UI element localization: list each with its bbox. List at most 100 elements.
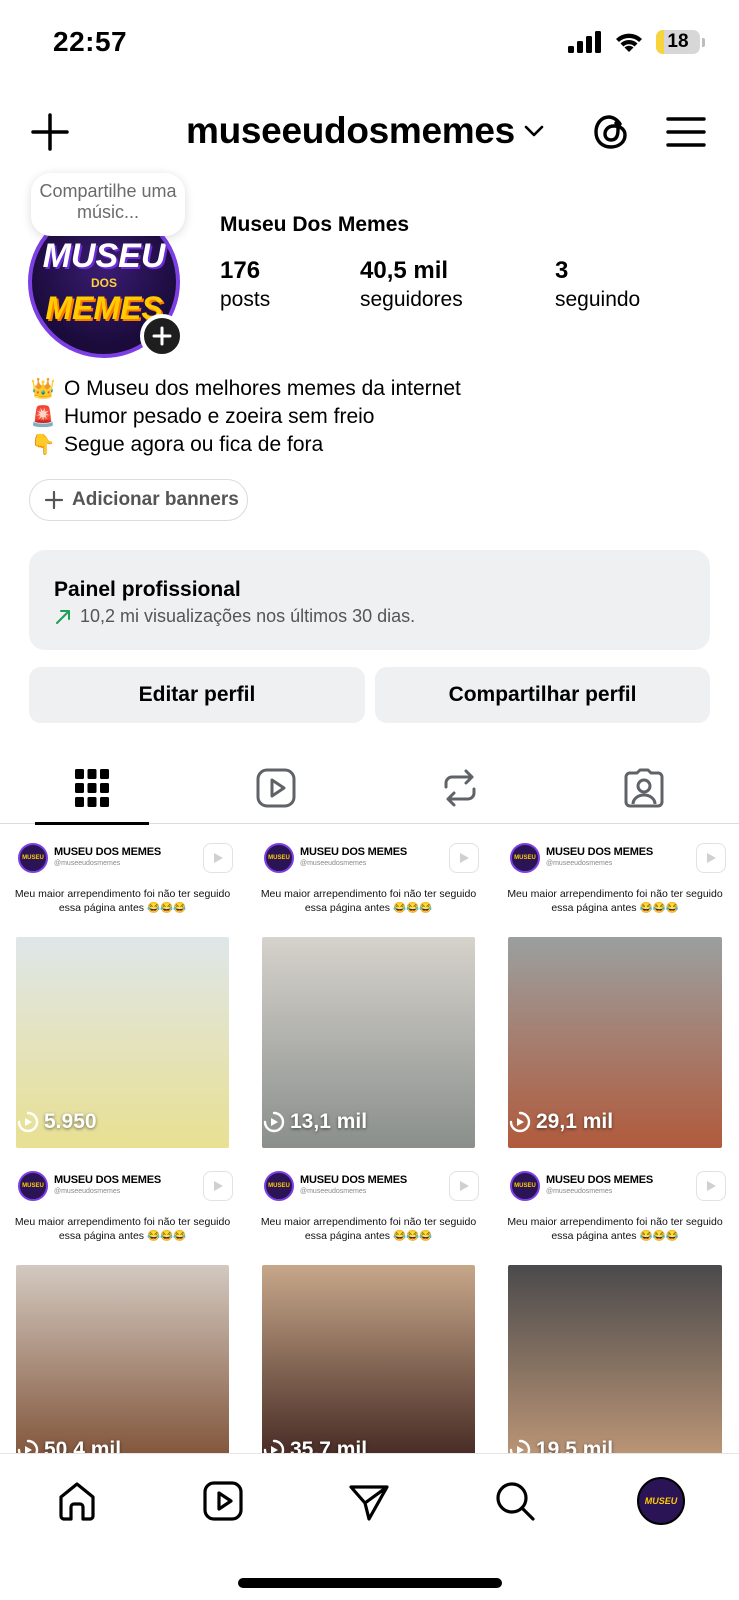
- account-switcher[interactable]: museeudosmemes: [186, 110, 545, 152]
- post-avatar: MUSEU: [510, 843, 540, 873]
- add-story-button[interactable]: [140, 314, 184, 358]
- post-avatar: MUSEU: [18, 1171, 48, 1201]
- nav-profile[interactable]: MUSEU: [636, 1476, 686, 1526]
- bio-line: 🚨 Humor pesado e zoeira sem freio: [30, 403, 461, 431]
- eye-icon: [17, 1439, 39, 1453]
- create-plus-icon[interactable]: [28, 110, 72, 154]
- send-icon: [349, 1485, 389, 1521]
- post-thumbnail[interactable]: MUSEU MUSEU DOS MEMES @museeudosmemes Meu m…: [246, 825, 492, 1153]
- signal-icon: [568, 31, 601, 53]
- crown-emoji: 👑: [30, 378, 56, 400]
- play-icon: [203, 1171, 233, 1201]
- posts-grid: MUSEU MUSEU DOS MEMES @museeudosmemes Meu m…: [0, 825, 739, 1453]
- stat-following-label: seguindo: [555, 288, 641, 311]
- post-avatar: MUSEU: [510, 1171, 540, 1201]
- view-count-value: 13,1 mil: [290, 1110, 368, 1133]
- tab-reposts[interactable]: [368, 752, 552, 824]
- post-caption: Meu maior arrependimento foi não ter seg…: [507, 1216, 723, 1242]
- view-count: 13,1 mil: [262, 1110, 367, 1134]
- status-icons: 18: [568, 30, 705, 54]
- reels-icon: [203, 1481, 243, 1521]
- post-account-name: MUSEU DOS MEMES: [54, 846, 162, 858]
- play-icon: [696, 843, 726, 873]
- post-image: [262, 1265, 475, 1453]
- menu-icon[interactable]: [665, 112, 707, 152]
- edit-profile-button[interactable]: Editar perfil: [29, 667, 365, 723]
- post-account-name: MUSEU DOS MEMES: [300, 846, 408, 858]
- post-account-name: MUSEU DOS MEMES: [546, 1174, 654, 1186]
- header-username: museeudosmemes: [186, 110, 515, 151]
- note-bubble[interactable]: Compartilhe uma músic...: [31, 173, 185, 236]
- tagged-person-icon: [624, 768, 664, 808]
- bio-text: Segue agora ou fica de fora: [64, 433, 324, 456]
- post-thumbnail[interactable]: MUSEU MUSEU DOS MEMES @museeudosmemes Meu m…: [492, 825, 739, 1153]
- stat-posts-label: posts: [220, 288, 271, 311]
- post-thumbnail[interactable]: MUSEU MUSEU DOS MEMES @museeudosmemes Meu m…: [0, 1153, 246, 1453]
- eye-icon: [263, 1439, 285, 1453]
- plus-icon: [44, 490, 64, 510]
- stat-followers[interactable]: 40,5 mil seguidores: [360, 257, 463, 312]
- stat-following[interactable]: 3 seguindo: [555, 257, 640, 312]
- post-card-header: MUSEU MUSEU DOS MEMES @museeudosmemes: [14, 1169, 233, 1205]
- nav-reels[interactable]: [198, 1476, 248, 1526]
- nav-messages[interactable]: [344, 1476, 394, 1526]
- bio-line: 👇 Segue agora ou fica de fora: [30, 431, 461, 459]
- post-thumbnail[interactable]: MUSEU MUSEU DOS MEMES @museeudosmemes Meu m…: [492, 1153, 739, 1453]
- dashboard-subtitle: 10,2 mi visualizações nos últimos 30 dia…: [54, 606, 685, 627]
- profile-tabs: [0, 752, 739, 825]
- siren-emoji: 🚨: [30, 406, 56, 428]
- nav-avatar-logo: MUSEU: [644, 1495, 678, 1506]
- battery-indicator: 18: [656, 30, 705, 54]
- add-banners-label: Adicionar banners: [72, 489, 239, 510]
- post-account-name: MUSEU DOS MEMES: [54, 1174, 162, 1186]
- stat-followers-label: seguidores: [360, 288, 463, 311]
- post-card-header: MUSEU MUSEU DOS MEMES @museeudosmemes: [506, 1169, 726, 1205]
- post-caption: Meu maior arrependimento foi não ter seg…: [260, 1216, 477, 1242]
- view-count-value: 5.950: [44, 1110, 97, 1133]
- tab-grid[interactable]: [0, 752, 184, 825]
- reels-icon: [256, 768, 296, 808]
- post-caption: Meu maior arrependimento foi não ter seg…: [260, 888, 477, 914]
- tab-tagged[interactable]: [552, 752, 736, 824]
- play-icon: [449, 843, 479, 873]
- post-account-handle: @museeudosmemes: [300, 1188, 367, 1195]
- search-icon: [496, 1482, 535, 1521]
- post-thumbnail[interactable]: MUSEU MUSEU DOS MEMES @museeudosmemes Meu m…: [246, 1153, 492, 1453]
- professional-dashboard[interactable]: Painel profissional 10,2 mi visualizaçõe…: [29, 550, 710, 650]
- trend-up-icon: [56, 609, 70, 624]
- eye-icon: [17, 1111, 39, 1133]
- post-avatar: MUSEU: [264, 843, 294, 873]
- view-count: 5.950: [16, 1110, 97, 1134]
- stat-posts[interactable]: 176 posts: [220, 257, 270, 312]
- plus-icon: [152, 326, 172, 346]
- view-count-value: 50,4 mil: [44, 1438, 122, 1453]
- post-card-header: MUSEU MUSEU DOS MEMES @museeudosmemes: [260, 841, 479, 877]
- status-bar: 22:57 18: [0, 0, 739, 90]
- tab-reels[interactable]: [184, 752, 368, 824]
- eye-icon: [263, 1111, 285, 1133]
- share-profile-button[interactable]: Compartilhar perfil: [375, 667, 710, 723]
- eye-icon: [509, 1439, 531, 1453]
- avatar-logo-line1: MUSEU: [42, 237, 166, 275]
- stat-followers-value: 40,5 mil: [360, 257, 449, 284]
- view-count: 29,1 mil: [508, 1110, 613, 1134]
- add-banners-button[interactable]: Adicionar banners: [29, 479, 248, 521]
- play-icon: [449, 1171, 479, 1201]
- threads-icon[interactable]: [590, 110, 634, 154]
- chevron-down-icon: [524, 125, 544, 137]
- stat-posts-value: 176: [220, 257, 261, 284]
- repost-icon: [444, 769, 476, 807]
- status-time: 22:57: [53, 26, 128, 57]
- view-count: 35,7 mil: [262, 1438, 367, 1453]
- post-caption: Meu maior arrependimento foi não ter seg…: [14, 888, 231, 914]
- home-indicator: [238, 1578, 502, 1588]
- post-thumbnail[interactable]: MUSEU MUSEU DOS MEMES @museeudosmemes Meu m…: [0, 825, 246, 1153]
- pointing-down-emoji: 👇: [30, 434, 56, 456]
- view-count: 50,4 mil: [16, 1438, 121, 1453]
- view-count: 19,5 mil: [508, 1438, 613, 1453]
- post-card-header: MUSEU MUSEU DOS MEMES @museeudosmemes: [14, 841, 233, 877]
- view-count-value: 29,1 mil: [536, 1110, 614, 1133]
- wifi-icon: [616, 33, 642, 52]
- nav-search[interactable]: [490, 1476, 540, 1526]
- nav-home[interactable]: [52, 1476, 102, 1526]
